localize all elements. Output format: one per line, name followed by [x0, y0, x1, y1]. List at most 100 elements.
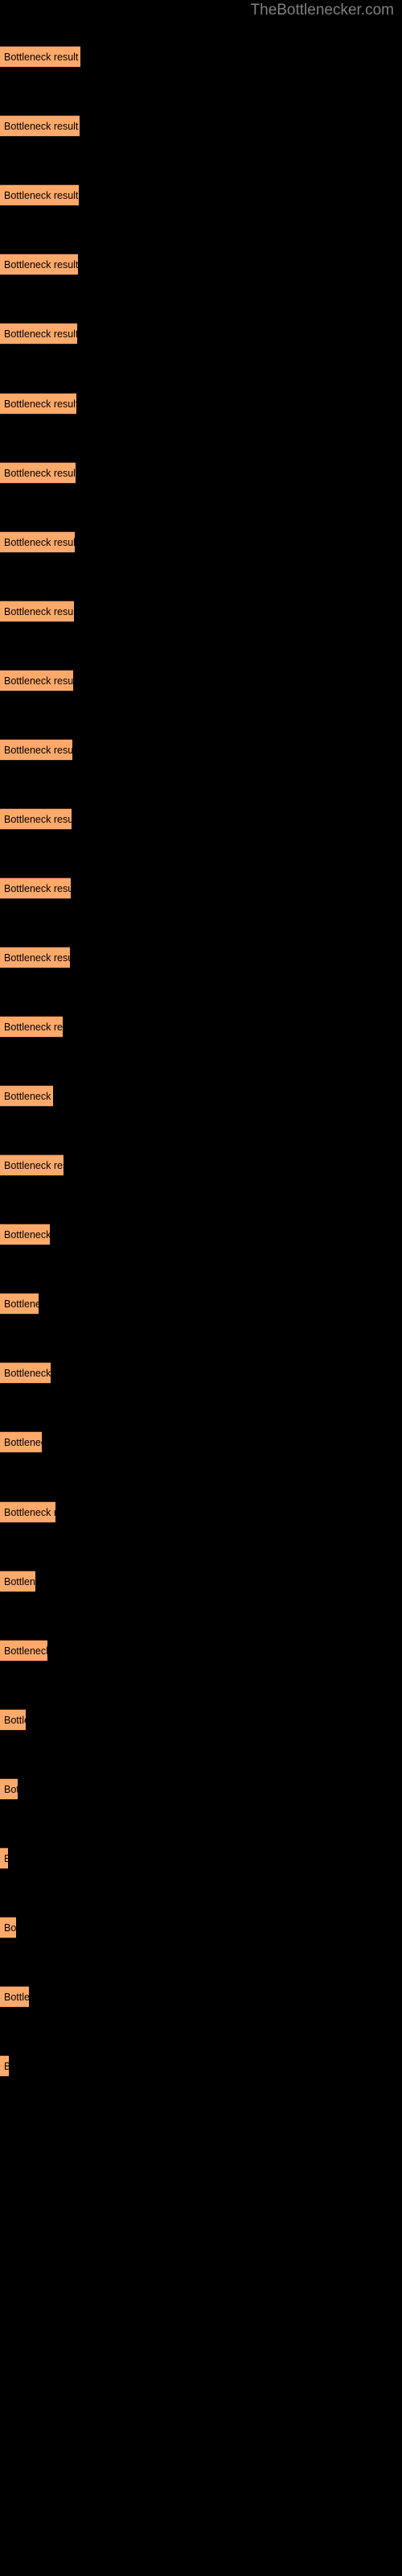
bar-label-clip: Bottleneck result: [0, 47, 80, 68]
bar-label-clip: Bottleneck result: [0, 324, 77, 345]
bar-label: Bottleneck result: [4, 1368, 51, 1379]
bar: Bottleneck result: [0, 393, 76, 415]
bar-label: Bottleneck result: [4, 259, 78, 270]
bar-label-clip: Bottleneck result: [0, 1294, 39, 1315]
bar-label-clip: Bottleneck result: [0, 1363, 51, 1385]
bar-label: Bottleneck result: [4, 398, 76, 410]
bar: Bottleneck result: [0, 1571, 35, 1592]
bar-row: Bottleneck result: [0, 2055, 9, 2077]
bar-label-clip: Bottleneck result: [0, 1848, 8, 1870]
bar: Bottleneck result: [0, 462, 76, 484]
bar-row: Bottleneck result: [0, 1293, 39, 1315]
bar: Bottleneck result: [0, 115, 80, 137]
bar: Bottleneck result: [0, 1362, 51, 1384]
bar-label-clip: Bottleneck result: [0, 1017, 63, 1038]
bar: Bottleneck result: [0, 808, 72, 830]
bar-label: Bottleneck result: [4, 537, 75, 548]
bar-label: Bottleneck result: [4, 1091, 53, 1102]
bar: Bottleneck result: [0, 1293, 39, 1315]
bar: Bottleneck result: [0, 1917, 16, 1938]
bar-label-clip: Bottleneck result: [0, 1641, 47, 1662]
bar-label: Bottleneck result: [4, 1022, 63, 1033]
bar-row: Bottleneck result: [0, 1016, 63, 1038]
bar-label-clip: Bottleneck result: [0, 1502, 55, 1524]
bar-label: Bottleneck result: [4, 468, 76, 479]
bar-label: Bottleneck result: [4, 745, 72, 756]
bar: Bottleneck result: [0, 1847, 8, 1869]
bottleneck-bar-chart: Bottleneck result Bottleneck result Bottle…: [0, 0, 402, 2576]
bar-label: Bottleneck result: [4, 328, 77, 340]
bar-label: Bottleneck result: [4, 1507, 55, 1518]
bar-row: Bottleneck result: [0, 739, 72, 761]
bar-label-clip: Bottleneck result: [0, 116, 80, 138]
bar-label: Bottleneck result: [4, 1229, 50, 1241]
bar-row: Bottleneck result: [0, 46, 80, 68]
bar-label-clip: Bottleneck result: [0, 878, 71, 900]
bar-label: Bottleneck result: [4, 1992, 29, 2003]
bar: Bottleneck result: [0, 1986, 29, 2008]
bar-label-clip: Bottleneck result: [0, 2056, 9, 2078]
bar-row: Bottleneck result: [0, 1154, 64, 1176]
bar-label-clip: Bottleneck result: [0, 1710, 26, 1732]
bar-label: Bottleneck result: [4, 606, 74, 617]
bar-label-clip: Bottleneck result: [0, 1571, 35, 1593]
bar-label-clip: Bottleneck result: [0, 947, 70, 969]
bar-row: Bottleneck result: [0, 1709, 26, 1731]
bar-row: Bottleneck result: [0, 1986, 29, 2008]
bar-label: Bottleneck result: [4, 1853, 8, 1864]
bar-label: Bottleneck result: [4, 1576, 35, 1587]
bar-label: Bottleneck result: [4, 52, 79, 63]
bar-row: Bottleneck result: [0, 808, 72, 830]
bar: Bottleneck result: [0, 601, 74, 622]
bar-label-clip: Bottleneck result: [0, 532, 75, 554]
bar-label: Bottleneck result: [4, 1645, 47, 1657]
bar-label-clip: Bottleneck result: [0, 463, 76, 485]
bar: Bottleneck result: [0, 1224, 50, 1245]
bar-label: Bottleneck result: [4, 1784, 18, 1795]
bar-row: Bottleneck result: [0, 323, 77, 345]
bar-label: Bottleneck result: [4, 1298, 39, 1310]
bar: Bottleneck result: [0, 947, 70, 968]
bar: Bottleneck result: [0, 1640, 47, 1662]
bar-label: Bottleneck result: [4, 814, 72, 825]
bar-label: Bottleneck result: [4, 1160, 64, 1171]
bar-label: Bottleneck result: [4, 2061, 9, 2072]
bar-row: Bottleneck result: [0, 947, 70, 968]
bar-label-clip: Bottleneck result: [0, 1987, 29, 2008]
bar: Bottleneck result: [0, 184, 79, 206]
bar-row: Bottleneck result: [0, 1778, 18, 1800]
bar-label-clip: Bottleneck result: [0, 809, 72, 831]
bar-label: Bottleneck result: [4, 121, 79, 132]
bar: Bottleneck result: [0, 670, 73, 691]
bar-label-clip: Bottleneck result: [0, 254, 78, 276]
bar: Bottleneck result: [0, 1016, 63, 1038]
bar: Bottleneck result: [0, 2055, 9, 2077]
bar-label: Bottleneck result: [4, 952, 70, 964]
bar: Bottleneck result: [0, 1431, 42, 1453]
bar-row: Bottleneck result: [0, 1431, 42, 1453]
bar: Bottleneck result: [0, 1501, 55, 1523]
bar-row: Bottleneck result: [0, 462, 76, 484]
bar-label-clip: Bottleneck result: [0, 671, 73, 692]
bar-label-clip: Bottleneck result: [0, 394, 76, 415]
bar-label: Bottleneck result: [4, 1715, 26, 1726]
bar-row: Bottleneck result: [0, 1362, 51, 1384]
bar-row: Bottleneck result: [0, 115, 80, 137]
bar-label: Bottleneck result: [4, 675, 73, 687]
bar-row: Bottleneck result: [0, 1640, 47, 1662]
bar-row: Bottleneck result: [0, 1847, 8, 1869]
bar-row: Bottleneck result: [0, 531, 75, 553]
bar-label-clip: Bottleneck result: [0, 1779, 18, 1801]
bar-row: Bottleneck result: [0, 1501, 55, 1523]
bar: Bottleneck result: [0, 323, 77, 345]
bar-row: Bottleneck result: [0, 184, 79, 206]
bar-label-clip: Bottleneck result: [0, 1918, 16, 1939]
bar: Bottleneck result: [0, 46, 80, 68]
bar-row: Bottleneck result: [0, 1085, 53, 1107]
bar-row: Bottleneck result: [0, 1571, 35, 1592]
bar: Bottleneck result: [0, 1085, 53, 1107]
bar-label-clip: Bottleneck result: [0, 740, 72, 762]
bar-label-clip: Bottleneck result: [0, 1224, 50, 1246]
bar: Bottleneck result: [0, 1709, 26, 1731]
bar: Bottleneck result: [0, 877, 71, 899]
